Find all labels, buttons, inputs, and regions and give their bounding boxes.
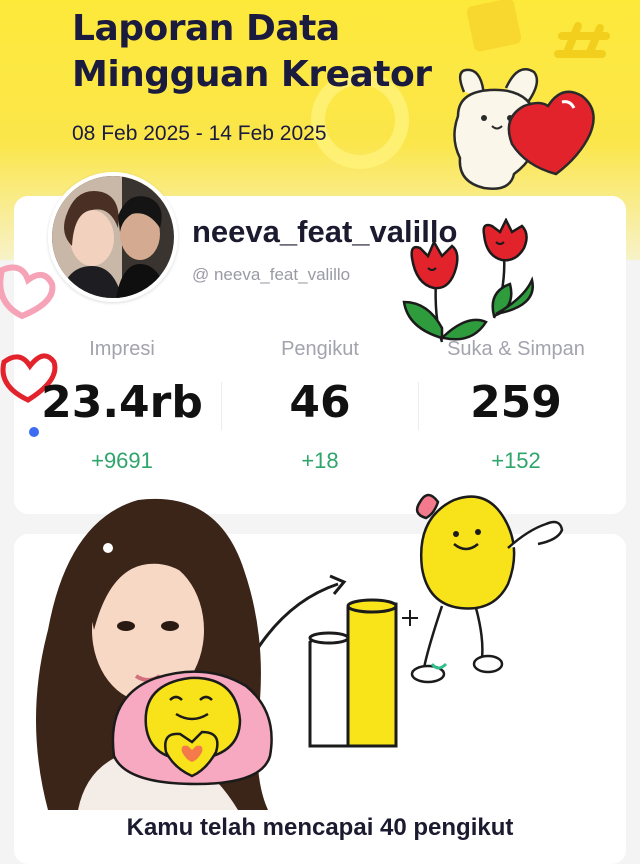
page-title: Laporan Data Mingguan Kreator <box>72 8 432 95</box>
stat-followers: Pengikut 46 +18 <box>220 338 420 474</box>
stat-delta: +152 <box>491 448 541 473</box>
stat-impressions: Impresi 23.4rb +9691 <box>22 338 222 474</box>
smiley-heart-sticker <box>111 670 273 786</box>
date-range: 08 Feb 2025 - 14 Feb 2025 <box>72 122 327 145</box>
stat-label: Suka & Simpan <box>447 338 585 360</box>
stat-likes-saves: Suka & Simpan 259 +152 <box>416 338 616 474</box>
tulip-flowers-sticker <box>402 218 534 343</box>
avatar <box>48 172 178 302</box>
stat-label: Pengikut <box>281 338 359 360</box>
stat-delta: +18 <box>301 448 339 473</box>
lemon-mascot-sticker <box>410 493 564 684</box>
stat-value: 46 <box>289 377 351 428</box>
stat-delta: +9691 <box>91 448 153 473</box>
stat-value: 23.4rb <box>41 377 203 428</box>
user-handle: @ neeva_feat_valillo <box>192 265 351 284</box>
milestone-text: Kamu telah mencapai 40 pengikut <box>126 814 514 841</box>
bunny-heart-sticker <box>453 68 595 190</box>
stat-label: Impresi <box>89 338 155 360</box>
stat-value: 259 <box>470 377 562 428</box>
